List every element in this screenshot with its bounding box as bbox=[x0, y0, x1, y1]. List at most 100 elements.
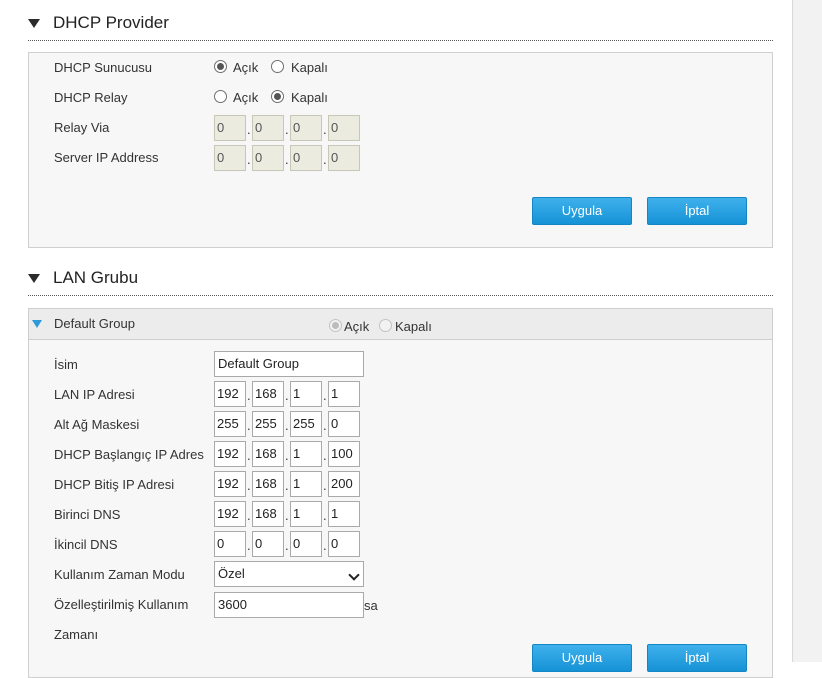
lan-apply-button[interactable]: Uygula bbox=[532, 644, 632, 672]
ip-dot: . bbox=[323, 388, 327, 403]
server-ip-octet-2[interactable]: 0 bbox=[252, 145, 284, 171]
dhcp-server-off-label: Kapalı bbox=[291, 60, 328, 75]
ip-dot: . bbox=[285, 478, 289, 493]
custom-lease-label-line2: Zamanı bbox=[54, 627, 99, 642]
dns2-octet-1[interactable]: 0 bbox=[214, 531, 246, 557]
ip-dot: . bbox=[247, 448, 251, 463]
lan-ip-label: LAN IP Adresi bbox=[54, 387, 135, 402]
relay-via-octet-2[interactable]: 0 bbox=[252, 115, 284, 141]
server-ip-label: Server IP Address bbox=[54, 150, 159, 165]
dhcp-relay-label: DHCP Relay bbox=[54, 90, 128, 105]
dhcp-relay-on-radio[interactable] bbox=[214, 90, 227, 103]
relay-via-octet-1[interactable]: 0 bbox=[214, 115, 246, 141]
dhcp-end-octet-2[interactable]: 168 bbox=[252, 471, 284, 497]
dhcp-provider-section-header[interactable]: DHCP Provider bbox=[28, 13, 169, 33]
lan-ip-octet-4[interactable]: 1 bbox=[328, 381, 360, 407]
ip-dot: . bbox=[323, 448, 327, 463]
dhcp-start-octet-3[interactable]: 1 bbox=[290, 441, 322, 467]
dhcp-end-octet-4[interactable]: 200 bbox=[328, 471, 360, 497]
group-off-label: Kapalı bbox=[395, 319, 432, 334]
lan-ip-octet-1[interactable]: 192 bbox=[214, 381, 246, 407]
custom-lease-label: Özelleştirilmiş Kullanım bbox=[54, 597, 189, 612]
dhcp-start-label: DHCP Başlangıç IP Adres bbox=[54, 447, 204, 462]
dns2-octet-4[interactable]: 0 bbox=[328, 531, 360, 557]
ip-dot: . bbox=[323, 122, 327, 137]
dhcp-start-octet-1[interactable]: 192 bbox=[214, 441, 246, 467]
dhcp-server-on-radio[interactable] bbox=[214, 60, 227, 73]
relay-via-label: Relay Via bbox=[54, 120, 110, 135]
relay-via-octet-4[interactable]: 0 bbox=[328, 115, 360, 141]
group-off-radio[interactable] bbox=[379, 319, 392, 332]
ip-dot: . bbox=[285, 152, 289, 167]
dhcp-relay-on-label: Açık bbox=[233, 90, 259, 105]
name-input[interactable]: Default Group bbox=[214, 351, 364, 377]
server-ip-octet-1[interactable]: 0 bbox=[214, 145, 246, 171]
subnet-octet-3[interactable]: 255 bbox=[290, 411, 322, 437]
ip-dot: . bbox=[247, 152, 251, 167]
dns2-octet-2[interactable]: 0 bbox=[252, 531, 284, 557]
ip-dot: . bbox=[323, 508, 327, 523]
ip-dot: . bbox=[247, 388, 251, 403]
lan-group-section-header[interactable]: LAN Grubu bbox=[28, 268, 138, 288]
ip-dot: . bbox=[285, 122, 289, 137]
dhcp-apply-button[interactable]: Uygula bbox=[532, 197, 632, 225]
ip-dot: . bbox=[323, 418, 327, 433]
group-on-radio[interactable] bbox=[329, 319, 342, 332]
ip-dot: . bbox=[285, 388, 289, 403]
collapse-triangle-icon bbox=[28, 273, 40, 283]
subnet-octet-4[interactable]: 0 bbox=[328, 411, 360, 437]
group-on-label: Açık bbox=[344, 319, 370, 334]
section-title: LAN Grubu bbox=[53, 268, 139, 287]
lan-group-panel bbox=[28, 308, 773, 678]
subnet-octet-2[interactable]: 255 bbox=[252, 411, 284, 437]
dhcp-start-octet-4[interactable]: 100 bbox=[328, 441, 360, 467]
name-label: İsim bbox=[54, 357, 78, 372]
dhcp-server-on-label: Açık bbox=[233, 60, 259, 75]
dns1-label: Birinci DNS bbox=[54, 507, 121, 522]
subnet-octet-1[interactable]: 255 bbox=[214, 411, 246, 437]
section-divider bbox=[28, 295, 773, 296]
subnet-label: Alt Ağ Maskesi bbox=[54, 417, 140, 432]
lan-ip-octet-2[interactable]: 168 bbox=[252, 381, 284, 407]
custom-lease-unit: sa bbox=[364, 598, 378, 613]
expand-triangle-icon[interactable] bbox=[32, 320, 42, 328]
lan-cancel-button[interactable]: İptal bbox=[647, 644, 747, 672]
ip-dot: . bbox=[285, 418, 289, 433]
section-divider bbox=[28, 40, 773, 41]
dns1-octet-4[interactable]: 1 bbox=[328, 501, 360, 527]
server-ip-octet-3[interactable]: 0 bbox=[290, 145, 322, 171]
ip-dot: . bbox=[323, 538, 327, 553]
group-name-label: Default Group bbox=[54, 316, 135, 331]
lease-mode-value: Özel bbox=[218, 566, 245, 581]
ip-dot: . bbox=[285, 538, 289, 553]
dns2-octet-3[interactable]: 0 bbox=[290, 531, 322, 557]
dhcp-relay-off-label: Kapalı bbox=[291, 90, 328, 105]
dns2-label: İkincil DNS bbox=[54, 537, 118, 552]
dhcp-end-octet-1[interactable]: 192 bbox=[214, 471, 246, 497]
ip-dot: . bbox=[247, 418, 251, 433]
ip-dot: . bbox=[247, 122, 251, 137]
lan-ip-octet-3[interactable]: 1 bbox=[290, 381, 322, 407]
dns1-octet-2[interactable]: 168 bbox=[252, 501, 284, 527]
dhcp-relay-off-radio[interactable] bbox=[271, 90, 284, 103]
custom-lease-input[interactable]: 3600 bbox=[214, 592, 364, 618]
ip-dot: . bbox=[247, 538, 251, 553]
scrollbar-track[interactable] bbox=[792, 0, 822, 662]
dhcp-end-label: DHCP Bitiş IP Adresi bbox=[54, 477, 175, 492]
ip-dot: . bbox=[247, 508, 251, 523]
dhcp-server-off-radio[interactable] bbox=[271, 60, 284, 73]
lease-mode-select[interactable]: Özel bbox=[214, 561, 364, 587]
chevron-down-icon bbox=[348, 569, 360, 581]
ip-dot: . bbox=[323, 478, 327, 493]
dns1-octet-1[interactable]: 192 bbox=[214, 501, 246, 527]
dhcp-cancel-button[interactable]: İptal bbox=[647, 197, 747, 225]
dns1-octet-3[interactable]: 1 bbox=[290, 501, 322, 527]
relay-via-octet-3[interactable]: 0 bbox=[290, 115, 322, 141]
dhcp-end-octet-3[interactable]: 1 bbox=[290, 471, 322, 497]
ip-dot: . bbox=[285, 448, 289, 463]
dhcp-start-octet-2[interactable]: 168 bbox=[252, 441, 284, 467]
section-title: DHCP Provider bbox=[53, 13, 169, 32]
dhcp-server-label: DHCP Sunucusu bbox=[54, 60, 153, 75]
collapse-triangle-icon bbox=[28, 18, 40, 28]
server-ip-octet-4[interactable]: 0 bbox=[328, 145, 360, 171]
